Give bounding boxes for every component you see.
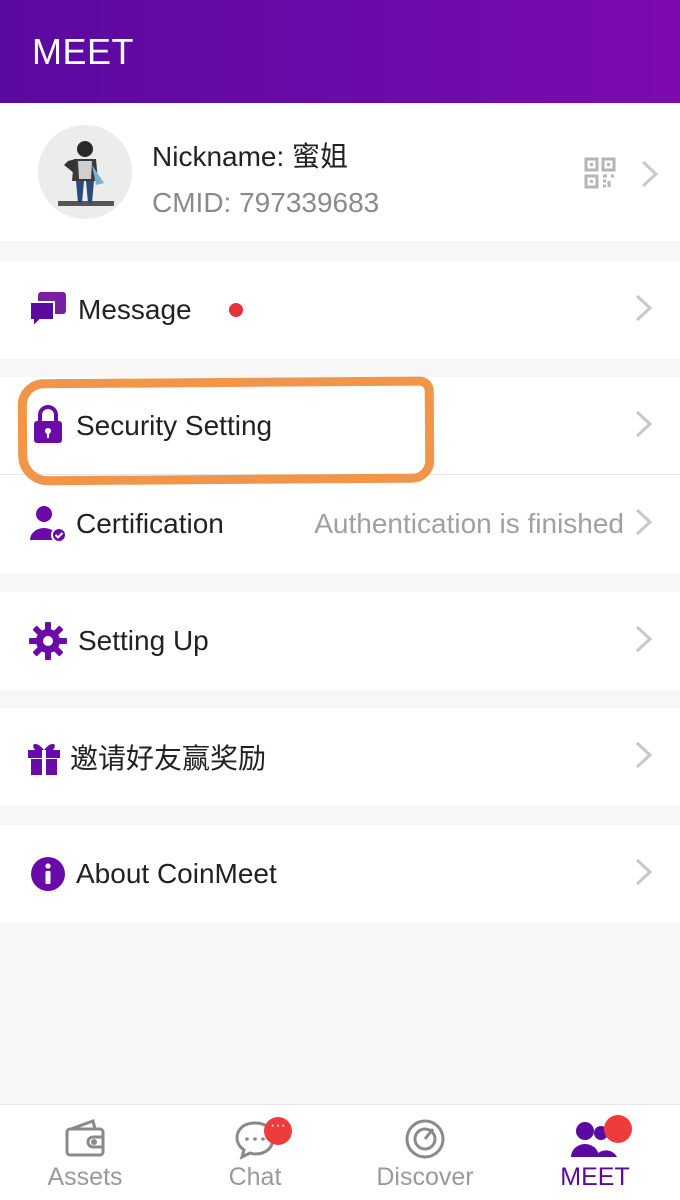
info-icon bbox=[28, 854, 68, 894]
tab-meet[interactable]: MEET bbox=[510, 1105, 680, 1200]
verified-user-icon bbox=[28, 504, 68, 544]
chevron-right-icon bbox=[640, 159, 660, 194]
menu-item-about[interactable]: About CoinMeet bbox=[0, 825, 680, 923]
bottom-tab-bar: Assets ··· Chat Discover MEET bbox=[0, 1104, 680, 1200]
qr-code-icon[interactable] bbox=[584, 157, 616, 189]
wallet-icon bbox=[63, 1117, 107, 1161]
tab-assets[interactable]: Assets bbox=[0, 1105, 170, 1200]
tab-label-discover: Discover bbox=[376, 1163, 474, 1191]
meet-badge bbox=[604, 1115, 632, 1143]
message-icon bbox=[28, 290, 68, 330]
chevron-right-icon bbox=[634, 293, 654, 328]
annotation-highlight bbox=[17, 376, 435, 486]
tab-chat[interactable]: ··· Chat bbox=[170, 1105, 340, 1200]
chat-badge: ··· bbox=[264, 1117, 292, 1145]
tab-label-assets: Assets bbox=[47, 1163, 123, 1191]
menu-label-certification: Certification bbox=[76, 508, 224, 539]
menu-label-about: About CoinMeet bbox=[76, 858, 277, 889]
tab-discover[interactable]: Discover bbox=[340, 1105, 510, 1200]
menu-item-message[interactable]: Message bbox=[0, 261, 680, 359]
chevron-right-icon bbox=[634, 409, 654, 444]
chevron-right-icon bbox=[634, 857, 654, 892]
compass-icon bbox=[403, 1117, 447, 1161]
menu-label-setting-up: Setting Up bbox=[78, 625, 209, 656]
unread-dot bbox=[229, 303, 243, 317]
tab-label-chat: Chat bbox=[228, 1163, 282, 1191]
chevron-right-icon bbox=[634, 507, 654, 542]
page-title: MEET bbox=[32, 30, 135, 72]
menu-item-setting-up[interactable]: Setting Up bbox=[0, 592, 680, 690]
chevron-right-icon bbox=[634, 624, 654, 659]
menu-label-invite-friends: 邀请好友赢奖励 bbox=[70, 743, 267, 774]
gear-icon bbox=[28, 621, 68, 661]
chevron-right-icon bbox=[634, 740, 654, 775]
nickname-text: Nickname: 蜜姐 bbox=[152, 141, 349, 172]
cmid-text: CMID: 797339683 bbox=[152, 187, 380, 218]
app-header: MEET bbox=[0, 0, 680, 103]
tab-label-meet: MEET bbox=[560, 1163, 630, 1191]
certification-status: Authentication is finished bbox=[314, 508, 624, 539]
menu-item-certification[interactable]: Certification Authentication is finished bbox=[0, 475, 680, 573]
menu-item-invite-friends[interactable]: 邀请好友赢奖励 bbox=[0, 708, 680, 806]
avatar[interactable] bbox=[38, 125, 132, 219]
profile-card[interactable]: Nickname: 蜜姐 CMID: 797339683 bbox=[0, 103, 680, 241]
gift-icon bbox=[24, 737, 64, 777]
menu-label-message: Message bbox=[78, 294, 192, 325]
